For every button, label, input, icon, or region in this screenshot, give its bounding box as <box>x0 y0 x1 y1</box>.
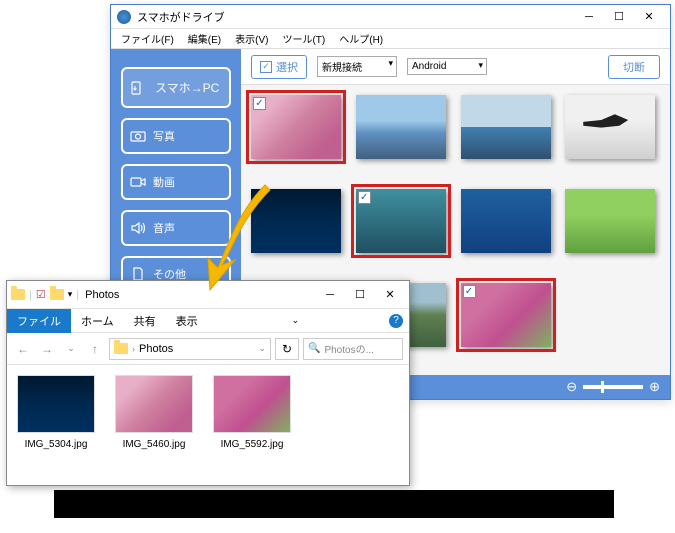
file-item-2[interactable]: IMG_5460.jpg <box>115 375 193 450</box>
search-box[interactable]: 🔍 Photosの... <box>303 338 403 360</box>
thumbnail-6[interactable]: ✓ <box>356 189 446 253</box>
disconnect-button[interactable]: 切断 <box>608 55 660 79</box>
qat-chevron[interactable]: ▾ <box>68 289 73 300</box>
phone-to-pc-icon <box>131 81 149 95</box>
forward-button[interactable]: → <box>37 339 57 359</box>
app-icon <box>117 10 131 24</box>
folder-icon <box>11 289 25 300</box>
search-icon: 🔍 <box>308 343 320 354</box>
file-item-3[interactable]: IMG_5592.jpg <box>213 375 291 450</box>
menu-help[interactable]: ヘルプ(H) <box>333 29 389 48</box>
thumbnail-7[interactable] <box>461 189 551 253</box>
back-button[interactable]: ← <box>13 339 33 359</box>
navigation-bar: ← → ⌄ ↑ › Photos ⌄ ↻ 🔍 Photosの... <box>7 333 409 365</box>
folder-icon <box>114 343 128 354</box>
tab-share[interactable]: 共有 <box>124 309 166 333</box>
quick-access-toolbar: | ☑ ▾ | <box>11 288 79 301</box>
sidebar-photo-button[interactable]: 写真 <box>121 118 231 154</box>
address-dropdown-icon[interactable]: ⌄ <box>258 343 266 354</box>
zoom-out-icon[interactable]: ⊖ <box>566 379 577 395</box>
video-icon <box>129 175 147 189</box>
up-button[interactable]: ↑ <box>85 339 105 359</box>
zoom-slider[interactable] <box>583 385 643 389</box>
sidebar-video-button[interactable]: 動画 <box>121 164 231 200</box>
file-thumbnail <box>115 375 193 433</box>
tab-file[interactable]: ファイル <box>7 309 71 333</box>
toolbar: ✓ 選択 新規接続 Android 切断 <box>241 49 670 85</box>
explorer-window-controls: ─ ☐ ✕ <box>315 284 405 306</box>
app-title: スマホがドライブ <box>137 9 574 25</box>
file-thumbnail <box>17 375 95 433</box>
explorer-minimize-button[interactable]: ─ <box>315 284 345 306</box>
window-controls: ─ ☐ ✕ <box>574 6 664 28</box>
recent-dropdown[interactable]: ⌄ <box>61 339 81 359</box>
check-icon: ✓ <box>358 191 371 204</box>
minimize-button[interactable]: ─ <box>574 6 604 28</box>
menu-file[interactable]: ファイル(F) <box>115 29 180 48</box>
tab-view[interactable]: 表示 <box>166 309 208 333</box>
tab-home[interactable]: ホーム <box>71 309 124 333</box>
qat-divider: | <box>76 289 79 301</box>
checkbox-icon: ✓ <box>260 61 272 73</box>
thumbnail-4[interactable] <box>565 95 655 159</box>
explorer-window: | ☑ ▾ | Photos ─ ☐ ✕ ファイル ホーム 共有 表示 ⌄ ? … <box>6 280 410 486</box>
zoom-in-icon[interactable]: ⊕ <box>649 379 660 395</box>
menu-tools[interactable]: ツール(T) <box>276 29 331 48</box>
thumbnail-2[interactable] <box>356 95 446 159</box>
sidebar-audio-button[interactable]: 音声 <box>121 210 231 246</box>
device-dropdown[interactable]: Android <box>407 58 487 75</box>
explorer-maximize-button[interactable]: ☐ <box>345 284 375 306</box>
file-item-1[interactable]: IMG_5304.jpg <box>17 375 95 450</box>
maximize-button[interactable]: ☐ <box>604 6 634 28</box>
app-titlebar: スマホがドライブ ─ ☐ ✕ <box>111 5 670 29</box>
sidebar-main-label: スマホ→PC <box>155 79 219 96</box>
file-name: IMG_5592.jpg <box>221 439 284 450</box>
ribbon-tabs: ファイル ホーム 共有 表示 ⌄ ? <box>7 309 409 333</box>
menu-view[interactable]: 表示(V) <box>229 29 274 48</box>
explorer-title: Photos <box>85 289 315 301</box>
menubar: ファイル(F) 編集(E) 表示(V) ツール(T) ヘルプ(H) <box>111 29 670 49</box>
thumbnail-3[interactable] <box>461 95 551 159</box>
qat-check-icon[interactable]: ☑ <box>36 288 46 301</box>
folder-icon <box>50 289 64 300</box>
search-placeholder: Photosの... <box>324 341 373 356</box>
close-button[interactable]: ✕ <box>634 6 664 28</box>
ribbon-expand-icon[interactable]: ⌄ <box>292 315 300 326</box>
breadcrumb-path[interactable]: Photos <box>139 343 173 355</box>
file-name: IMG_5460.jpg <box>123 439 186 450</box>
address-bar[interactable]: › Photos ⌄ <box>109 338 271 360</box>
thumbnail-11[interactable]: ✓ <box>461 283 551 347</box>
file-name: IMG_5304.jpg <box>25 439 88 450</box>
refresh-button[interactable]: ↻ <box>275 338 299 360</box>
file-list: IMG_5304.jpg IMG_5460.jpg IMG_5592.jpg <box>7 365 409 460</box>
menu-edit[interactable]: 編集(E) <box>182 29 227 48</box>
help-icon[interactable]: ? <box>389 314 403 328</box>
sidebar-photo-label: 写真 <box>153 128 175 144</box>
qat-divider: | <box>29 289 32 301</box>
thumbnail-5[interactable] <box>251 189 341 253</box>
check-icon: ✓ <box>463 285 476 298</box>
explorer-close-button[interactable]: ✕ <box>375 284 405 306</box>
thumbnail-8[interactable] <box>565 189 655 253</box>
select-label: 選択 <box>276 59 298 75</box>
sidebar-main-button[interactable]: スマホ→PC <box>121 67 231 108</box>
document-icon <box>129 267 147 281</box>
camera-icon <box>129 129 147 143</box>
speaker-icon <box>129 221 147 235</box>
check-icon: ✓ <box>253 97 266 110</box>
caption-bar <box>54 490 614 518</box>
sidebar-audio-label: 音声 <box>153 220 175 236</box>
connection-dropdown[interactable]: 新規接続 <box>317 56 397 77</box>
select-all-checkbox[interactable]: ✓ 選択 <box>251 55 307 79</box>
file-thumbnail <box>213 375 291 433</box>
thumbnail-1[interactable]: ✓ <box>251 95 341 159</box>
explorer-titlebar: | ☑ ▾ | Photos ─ ☐ ✕ <box>7 281 409 309</box>
sidebar-video-label: 動画 <box>153 174 175 190</box>
breadcrumb-sep: › <box>132 344 135 354</box>
